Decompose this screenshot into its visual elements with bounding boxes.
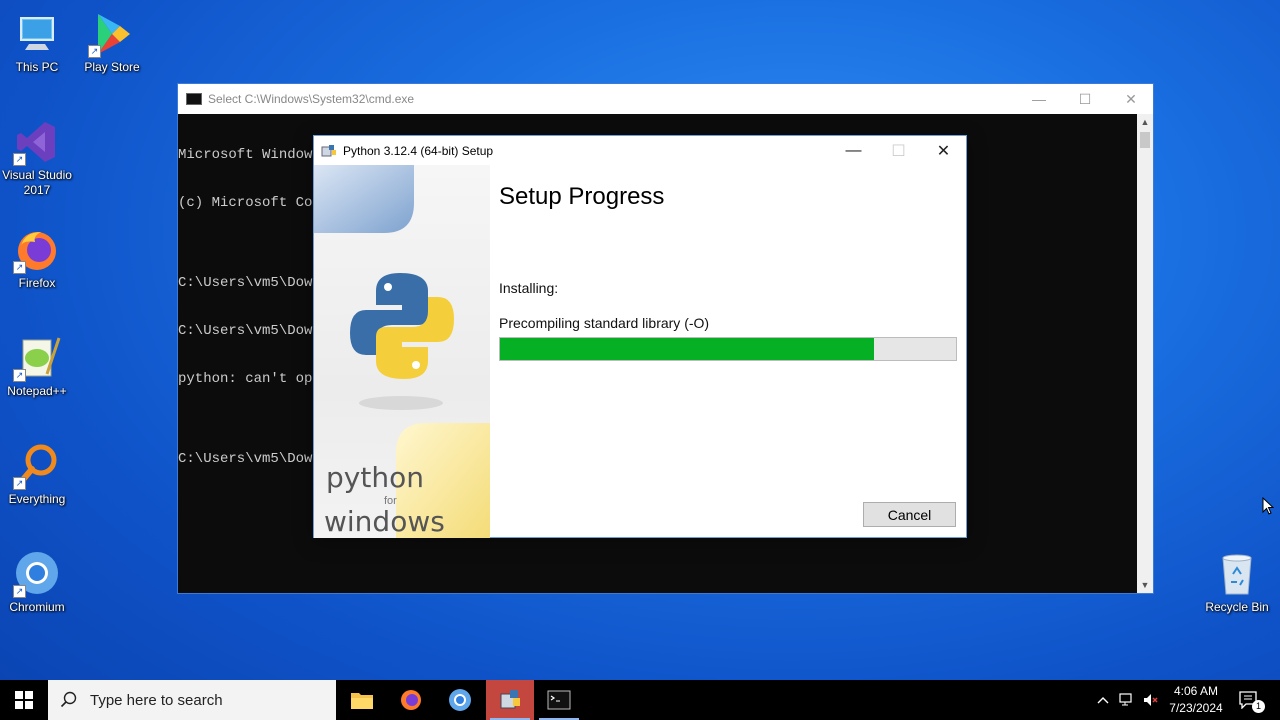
python-setup-dialog[interactable]: Python 3.12.4 (64-bit) Setup — ☐ ✕ pytho… xyxy=(313,135,967,538)
windows-logo-icon xyxy=(15,691,33,709)
install-step-label: Precompiling standard library (-O) xyxy=(499,315,710,331)
chromium-icon: ↗ xyxy=(13,550,61,598)
setup-progress-heading: Setup Progress xyxy=(499,183,665,210)
desktop-icon-label: This PC xyxy=(15,60,59,74)
desktop-icon-label: Visual Studio 2017 xyxy=(2,168,72,197)
progress-fill xyxy=(500,338,874,360)
taskbar-clock[interactable]: 4:06 AM 7/23/2024 xyxy=(1163,680,1229,720)
clock-date: 7/23/2024 xyxy=(1169,701,1223,715)
desktop-icon-recycle-bin[interactable]: Recycle Bin xyxy=(1200,550,1274,615)
visual-studio-icon: ↗ xyxy=(13,118,61,166)
tray-network[interactable] xyxy=(1116,680,1138,720)
taskbar-search-box[interactable]: Type here to search xyxy=(48,680,336,720)
search-placeholder: Type here to search xyxy=(90,691,223,709)
volume-muted-icon xyxy=(1144,694,1158,706)
brand-windows-text: windows xyxy=(324,505,445,538)
network-icon xyxy=(1119,693,1132,706)
taskbar-firefox[interactable] xyxy=(387,680,435,720)
firefox-icon: ↗ xyxy=(13,226,61,274)
mouse-cursor-icon xyxy=(1262,497,1274,515)
cmd-window-title: Select C:\Windows\System32\cmd.exe xyxy=(208,92,415,106)
start-button[interactable] xyxy=(0,680,48,720)
installing-label: Installing: xyxy=(499,280,559,296)
scroll-down-arrow-icon[interactable]: ▼ xyxy=(1137,577,1153,593)
setup-minimize-button[interactable]: — xyxy=(831,136,876,165)
shortcut-arrow-icon: ↗ xyxy=(13,369,26,382)
taskbar-file-explorer[interactable] xyxy=(338,680,386,720)
notification-count-badge: 1 xyxy=(1252,700,1265,713)
chromium-icon xyxy=(449,689,471,711)
setup-maximize-button: ☐ xyxy=(891,142,906,160)
firefox-icon xyxy=(401,690,421,710)
desktop-icon-chromium[interactable]: ↗ Chromium xyxy=(0,550,74,615)
shortcut-arrow-icon: ↗ xyxy=(13,477,26,490)
shortcut-arrow-icon: ↗ xyxy=(13,585,26,598)
desktop-icon-visual-studio[interactable]: ↗ Visual Studio 2017 xyxy=(0,118,74,198)
desktop-icon-label: Notepad++ xyxy=(7,384,67,398)
action-center-button[interactable]: 1 xyxy=(1232,680,1266,720)
desktop-icon-play-store[interactable]: ↗ Play Store xyxy=(75,10,149,75)
cmd-icon xyxy=(186,93,202,105)
desktop-icon-everything[interactable]: ↗ Everything xyxy=(0,442,74,507)
chevron-up-icon xyxy=(1097,697,1109,704)
terminal-icon xyxy=(547,690,571,710)
setup-window-title: Python 3.12.4 (64-bit) Setup xyxy=(343,143,494,158)
taskbar-python-setup[interactable] xyxy=(486,680,534,720)
taskbar-chromium[interactable] xyxy=(436,680,484,720)
taskbar: Type here to search 4:06 AM 7/23/2024 1 xyxy=(0,680,1280,720)
setup-title-bar[interactable]: Python 3.12.4 (64-bit) Setup — ☐ ✕ xyxy=(314,136,966,165)
desktop-icon-label: Chromium xyxy=(9,600,65,614)
scrollbar-thumb[interactable] xyxy=(1140,132,1150,148)
tray-volume[interactable] xyxy=(1140,680,1162,720)
tray-overflow-chevron[interactable] xyxy=(1092,680,1114,720)
cmd-title-bar[interactable]: Select C:\Windows\System32\cmd.exe — ☐ ✕ xyxy=(178,84,1153,114)
notepad-plus-plus-icon: ↗ xyxy=(13,334,61,382)
taskbar-cmd[interactable] xyxy=(535,680,583,720)
folder-icon xyxy=(351,693,373,709)
cmd-maximize-button[interactable]: ☐ xyxy=(1062,84,1108,114)
desktop-icon-label: Firefox xyxy=(18,276,56,290)
desktop-icon-firefox[interactable]: ↗ Firefox xyxy=(0,226,74,291)
scroll-up-arrow-icon[interactable]: ▲ xyxy=(1137,114,1153,130)
python-side-banner: python for windows xyxy=(314,165,490,538)
recycle-bin-icon xyxy=(1213,550,1261,598)
desktop-icon-this-pc[interactable]: This PC xyxy=(0,10,74,75)
desktop-icon-notepad-plus-plus[interactable]: ↗ Notepad++ xyxy=(0,334,74,399)
search-icon xyxy=(60,691,77,708)
cmd-scrollbar[interactable]: ▲ ▼ xyxy=(1137,114,1153,593)
cancel-button[interactable]: Cancel xyxy=(863,502,956,527)
shortcut-arrow-icon: ↗ xyxy=(88,45,101,58)
computer-icon xyxy=(13,10,61,58)
desktop-icon-label: Everything xyxy=(8,492,66,506)
play-store-icon: ↗ xyxy=(88,10,136,58)
desktop-icon-label: Play Store xyxy=(84,60,140,74)
python-setup-icon xyxy=(500,690,520,709)
setup-close-button[interactable]: ✕ xyxy=(921,136,966,165)
python-setup-icon xyxy=(321,144,337,158)
brand-python-text: python xyxy=(326,461,424,494)
cmd-close-button[interactable]: ✕ xyxy=(1108,84,1154,114)
install-progress-bar xyxy=(499,337,957,361)
shortcut-arrow-icon: ↗ xyxy=(13,261,26,274)
desktop-icon-label: Recycle Bin xyxy=(1205,600,1269,614)
shortcut-arrow-icon: ↗ xyxy=(13,153,26,166)
cmd-minimize-button[interactable]: — xyxy=(1016,84,1062,114)
magnifier-icon: ↗ xyxy=(13,442,61,490)
clock-time: 4:06 AM xyxy=(1173,684,1219,698)
